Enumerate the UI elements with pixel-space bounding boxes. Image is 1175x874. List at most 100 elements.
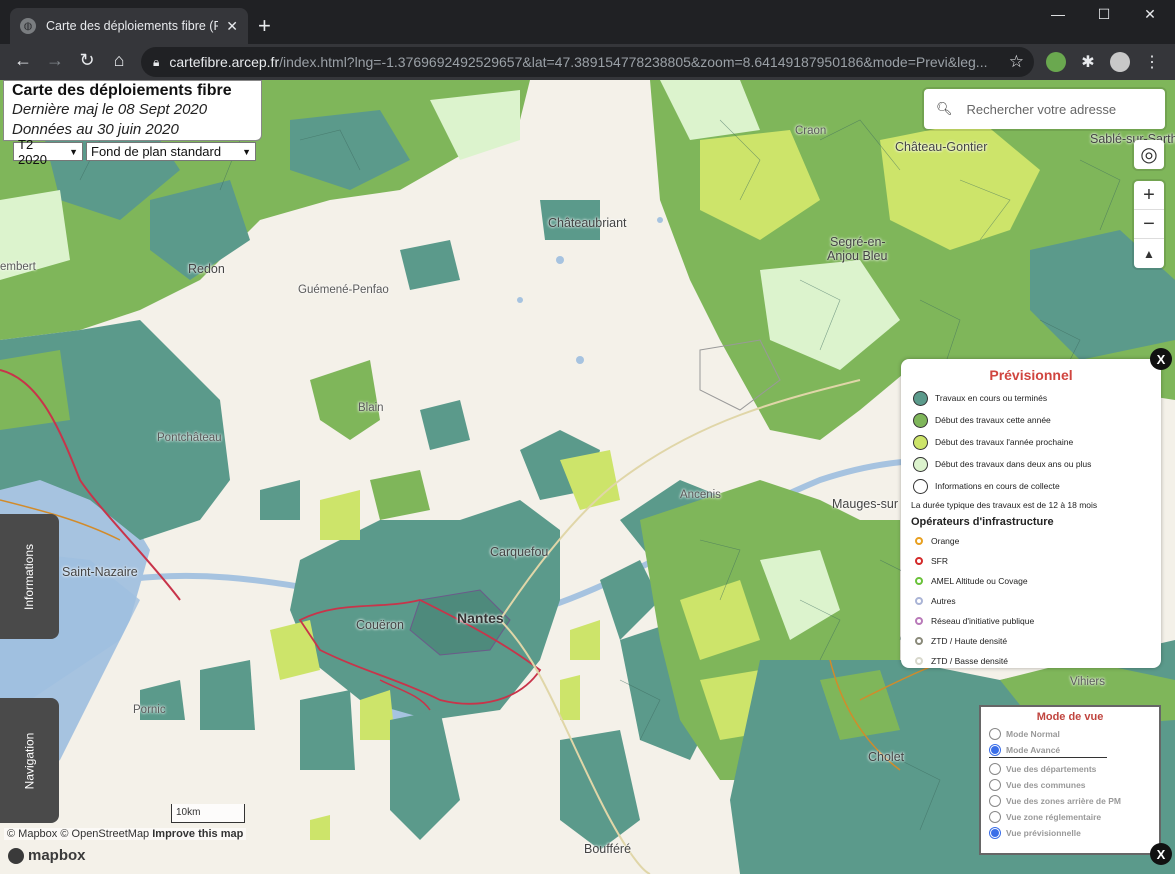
legend-item: Informations en cours de collecte [907,475,1155,497]
operator-swatch [915,577,923,585]
operator-label: ZTD / Basse densité [931,656,1009,666]
legend-label: Début des travaux dans deux ans ou plus [935,459,1092,469]
operator-swatch [915,597,923,605]
view-option-communes[interactable]: Vue des communes [989,777,1151,793]
view-option-pm[interactable]: Vue des zones arrière de PM [989,793,1151,809]
map-title-panel: Carte des déploiements fibre Dernière ma… [3,80,262,141]
period-select[interactable]: T2 2020 ▼ [13,137,83,167]
mode-label: Mode Normal [1006,729,1060,739]
place-label-mauges: Mauges-sur [832,497,898,511]
zoom-in-button[interactable]: + [1134,181,1164,210]
radio-button[interactable] [989,795,1001,807]
basemap-select[interactable]: Fond de plan standard ▼ [86,142,256,161]
globe-icon: ◍ [20,18,36,34]
menu-icon[interactable]: ⋮ [1142,52,1162,72]
operator-swatch [915,637,923,645]
legend-swatch [913,390,928,406]
legend-close-button[interactable]: X [1150,348,1172,370]
back-arrow-icon[interactable]: ← [10,50,36,74]
basemap-select-value: Fond de plan standard [91,144,222,159]
address-search-input[interactable]: 🔍︎ Rechercher votre adresse [924,89,1165,129]
operator-swatch [915,557,923,565]
url-path: /index.html?lng=-1.3769692492529657&lat=… [279,54,988,70]
legend-item: Début des travaux l'année prochaine [907,431,1155,453]
radio-button[interactable] [989,763,1001,775]
search-icon: 🔍︎ [936,101,953,116]
informations-tab[interactable]: Informations [0,514,59,639]
maximize-icon[interactable]: ☐ [1081,6,1127,23]
window-close-icon[interactable]: ✕ [1127,6,1173,23]
address-bar[interactable]: 🔒︎ cartefibre.arcep.fr /index.html?lng=-… [141,47,1034,77]
browser-tab[interactable]: ◍ Carte des déploiements fibre (Ftt ✕ [10,8,248,44]
mode-label: Mode Avancé [1006,744,1061,755]
place-label-embert: embert [0,261,36,273]
place-label-pontchateau: Pontchâteau [157,432,222,444]
legend-panel: Prévisionnel Travaux en cours ou terminé… [901,359,1161,668]
place-label-blain: Blain [358,402,384,414]
mapbox-logo[interactable]: mapbox [8,847,86,864]
chevron-down-icon: ▼ [242,146,251,157]
place-label-segre-2: Anjou Bleu [827,249,888,263]
mode-option-advanced[interactable]: Mode Avancé [989,742,1107,758]
reload-icon[interactable]: ↻ [74,50,100,74]
home-icon[interactable]: ⌂ [106,50,132,74]
compass-icon[interactable]: ▲ [1134,239,1164,268]
mode-option-normal[interactable]: Mode Normal [989,726,1151,742]
map-attribution: © Mapbox © OpenStreetMap Improve this ma… [4,828,247,840]
legend-label: Début des travaux cette année [935,415,1051,425]
place-label-chateau-gontier: Château-Gontier [895,140,988,154]
zoom-out-button[interactable]: − [1134,210,1164,239]
mapbox-logo-text: mapbox [28,847,86,864]
radio-button[interactable] [989,779,1001,791]
radio-button[interactable] [989,827,1001,839]
osm-attribution-link[interactable]: © OpenStreetMap [60,828,149,840]
view-label: Vue des communes [1006,780,1086,790]
forward-arrow-icon[interactable]: → [42,50,68,74]
operator-label: Orange [931,536,960,546]
page-title: Carte des déploiements fibre [12,82,232,99]
operator-item: Autres [915,591,1155,611]
legend-swatch [913,478,928,494]
operator-item: ZTD / Haute densité [915,631,1155,651]
zoom-controls: + − ▲ [1134,181,1164,268]
place-label-craon: Craon [795,125,827,137]
view-option-reglementaire[interactable]: Vue zone réglementaire [989,809,1151,825]
operator-item: SFR [915,551,1155,571]
place-label-segre-1: Segré-en- [830,235,886,249]
mapbox-logo-icon [8,847,24,864]
chevron-down-icon: ▼ [69,146,78,157]
new-tab-icon[interactable]: + [258,13,271,39]
operator-item: Orange [915,531,1155,551]
radio-button[interactable] [989,743,1001,756]
view-option-departements[interactable]: Vue des départements [989,761,1151,777]
operator-item: AMEL Altitude ou Covage [915,571,1155,591]
extension-icon[interactable] [1046,52,1066,72]
place-label-redon: Redon [188,262,225,276]
place-label-carquefou: Carquefou [490,545,549,559]
map-viewport[interactable]: Craon Sablé-sur-Sarthe Château-Gontier C… [0,80,1175,874]
geolocate-icon[interactable]: ◎ [1134,140,1164,169]
operator-item: Réseau d'initiative publique [915,611,1155,631]
place-label-chateaubriant: Châteaubriant [548,216,627,230]
view-label: Vue prévisionnelle [1006,828,1081,838]
place-label-nantes: Nantes [457,610,504,626]
operator-item: ZTD / Basse densité [915,651,1155,668]
improve-map-link[interactable]: Improve this map [152,828,243,840]
profile-avatar[interactable] [1110,52,1130,72]
navigation-tab[interactable]: Navigation [0,698,59,823]
view-label: Vue zone réglementaire [1006,812,1102,822]
mapbox-attribution-link[interactable]: © Mapbox [7,828,57,840]
tab-close-icon[interactable]: ✕ [226,18,238,35]
puzzle-icon[interactable]: ✱ [1078,52,1098,72]
mode-close-button[interactable]: X [1150,843,1172,865]
radio-button[interactable] [989,811,1001,823]
view-option-previsionnelle[interactable]: Vue prévisionnelle [989,825,1151,841]
place-label-coueron: Couëron [356,618,404,632]
bookmark-star-icon[interactable]: ☆ [1009,52,1024,72]
legend-title: Prévisionnel [989,367,1073,383]
operator-label: ZTD / Haute densité [931,636,1008,646]
minimize-icon[interactable]: — [1035,6,1081,22]
navigation-tab-label: Navigation [22,732,37,789]
url-host: cartefibre.arcep.fr [169,54,280,70]
radio-button[interactable] [989,728,1001,740]
